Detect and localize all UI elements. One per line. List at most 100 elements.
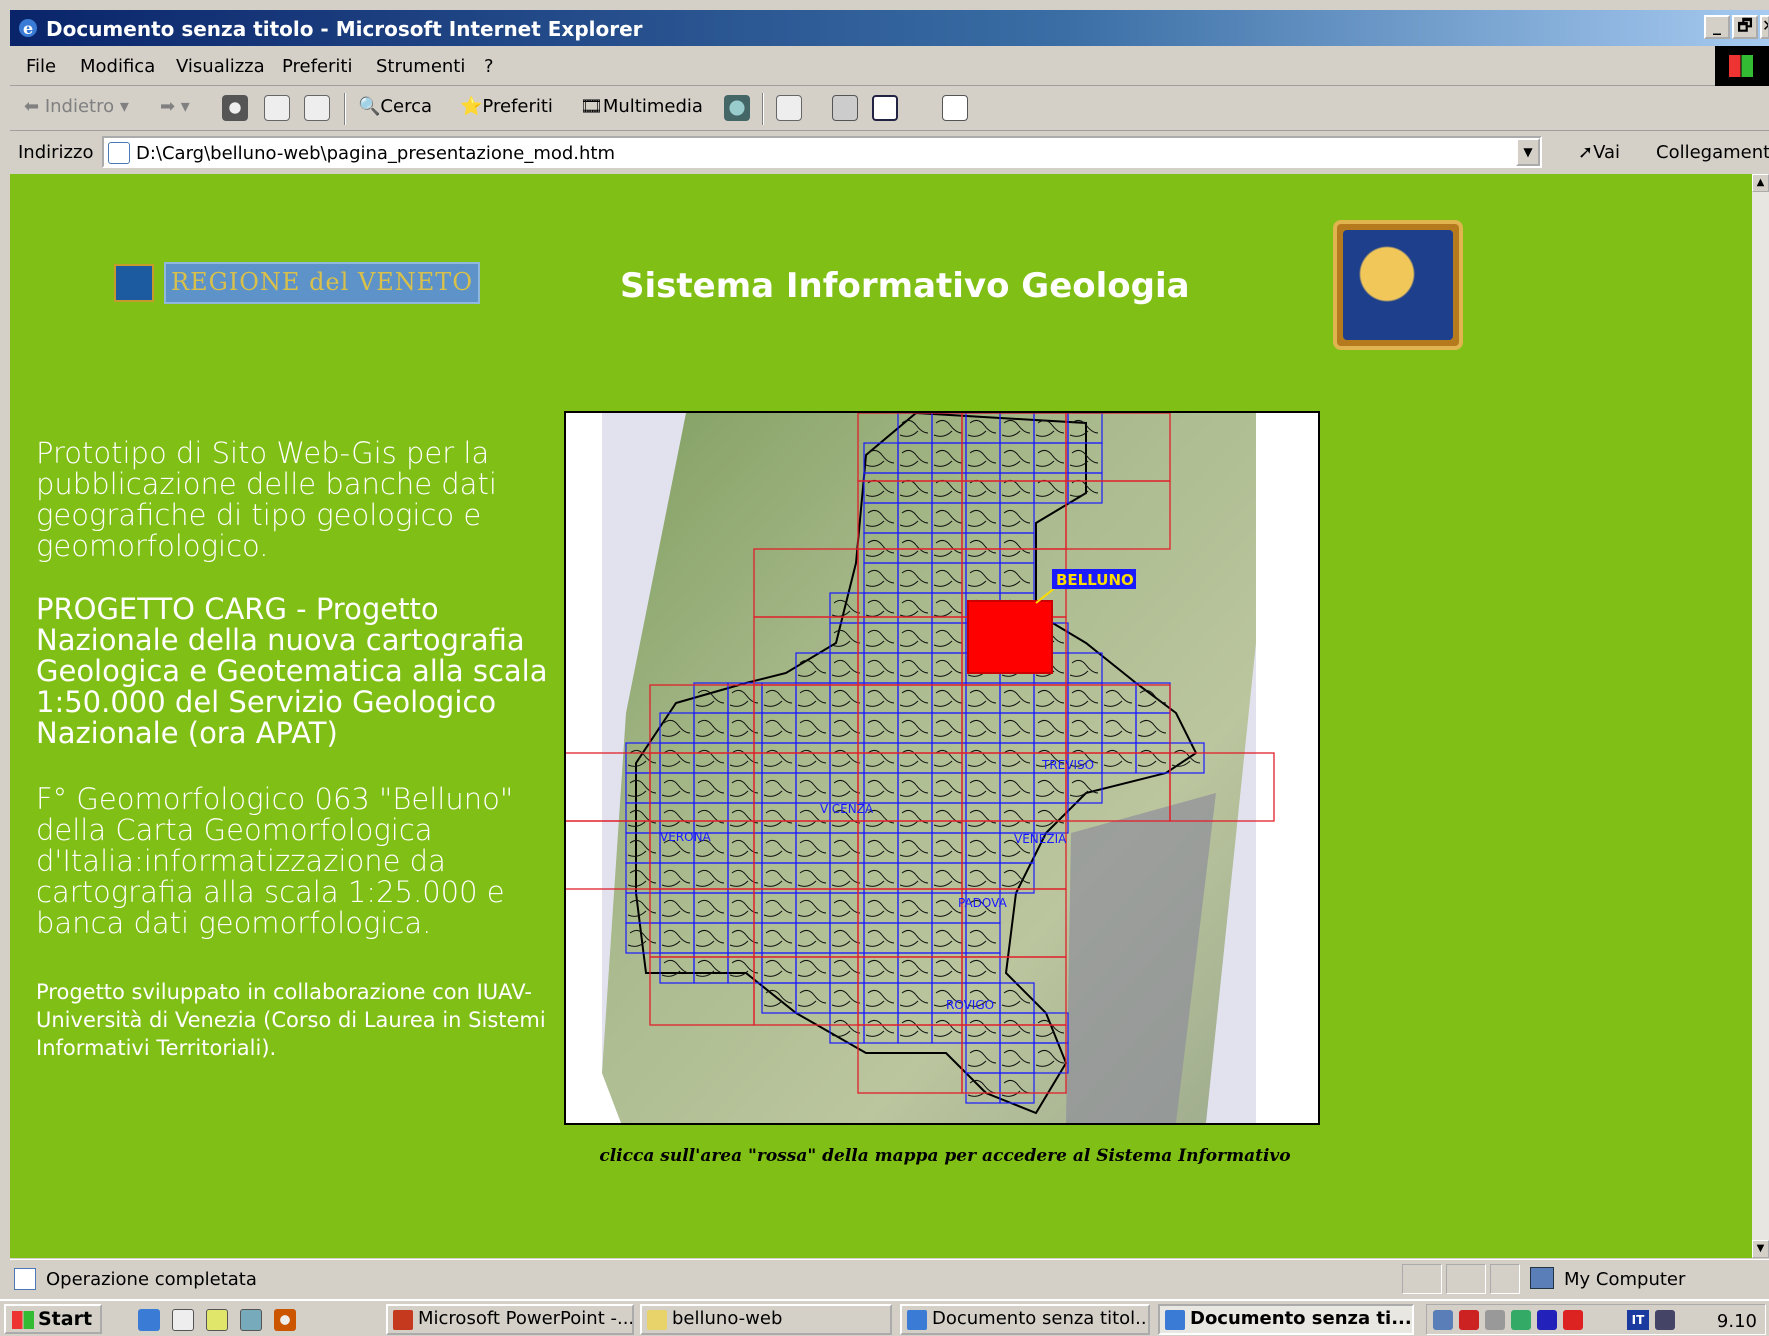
favorites-button[interactable]: ⭐Preferiti xyxy=(460,96,553,117)
regione-veneto-logo[interactable]: REGIONE del VENETO xyxy=(114,262,480,304)
tray-volume-icon[interactable] xyxy=(1485,1310,1505,1330)
windows-flag-icon xyxy=(12,1311,34,1329)
regione-banner: REGIONE del VENETO xyxy=(164,262,480,304)
map-caption: clicca sull'area "rossa" della mappa per… xyxy=(599,1146,1291,1166)
go-button[interactable]: ➚Vai xyxy=(1578,142,1620,163)
belluno-selectable-area[interactable] xyxy=(967,600,1053,674)
close-button[interactable]: ✕ xyxy=(1760,15,1769,39)
stop-icon[interactable] xyxy=(222,95,248,121)
media-icon: 🎞 xyxy=(580,96,603,117)
ie-task-icon xyxy=(1165,1310,1185,1330)
task-label: Documento senza titol... xyxy=(932,1308,1150,1329)
task-ie-active[interactable]: Documento senza ti... xyxy=(1158,1304,1414,1335)
edit-word-icon[interactable] xyxy=(872,95,898,121)
address-dropdown-button[interactable]: ▼ xyxy=(1516,138,1540,166)
scroll-up-icon[interactable]: ▲ xyxy=(1752,174,1769,192)
media-button[interactable]: 🎞Multimedia xyxy=(580,96,703,117)
task-ie-1[interactable]: Documento senza titol... xyxy=(900,1304,1150,1335)
windows-logo-icon xyxy=(1715,46,1769,86)
quicklaunch-ie-icon[interactable] xyxy=(138,1309,160,1331)
tray-display-icon[interactable] xyxy=(1537,1310,1557,1330)
map-label-venezia: VENEZIA xyxy=(1014,832,1067,846)
media-label: Multimedia xyxy=(602,96,703,117)
lion-of-st-mark-emblem-icon xyxy=(1333,220,1463,350)
taskbar: Start Microsoft PowerPoint -... belluno-… xyxy=(0,1299,1769,1336)
quicklaunch-desktop-icon[interactable] xyxy=(206,1309,228,1331)
ie-window: e Documento senza titolo - Microsoft Int… xyxy=(0,0,1769,1336)
back-label: Indietro xyxy=(44,96,115,117)
toolbar-separator xyxy=(344,93,346,125)
menu-file[interactable]: File xyxy=(26,56,56,77)
status-cell xyxy=(1490,1264,1520,1294)
page-content: REGIONE del VENETO Sistema Informativo G… xyxy=(10,174,1752,1258)
task-label: Documento senza ti... xyxy=(1190,1308,1412,1329)
refresh-icon[interactable] xyxy=(264,95,290,121)
toolbar: ⬅ Indietro ▾ ➡ ▾ 🔍Cerca ⭐Preferiti 🎞Mult… xyxy=(10,87,1769,131)
page-status-icon xyxy=(14,1268,36,1290)
links-button[interactable]: Collegamenti xyxy=(1656,142,1769,163)
address-label: Indirizzo xyxy=(18,142,94,163)
status-cell xyxy=(1402,1264,1442,1294)
map-label-verona: VERONA xyxy=(660,830,712,844)
minimize-button[interactable]: _ xyxy=(1704,15,1730,39)
map-label-treviso: TREVISO xyxy=(1041,758,1094,772)
folder-icon xyxy=(647,1310,667,1330)
veneto-map[interactable]: BELLUNO TREVISO VICENZA VERONA VENEZIA P… xyxy=(564,411,1320,1125)
menu-modifica[interactable]: Modifica xyxy=(80,56,155,77)
intro-paragraph: Prototipo di Sito Web-Gis per la pubblic… xyxy=(36,436,497,563)
menu-help[interactable]: ? xyxy=(484,56,494,77)
map-label-belluno: BELLUNO xyxy=(1056,571,1134,589)
task-belluno-web[interactable]: belluno-web xyxy=(640,1304,892,1335)
search-icon: 🔍 xyxy=(358,96,381,117)
menu-bar: File Modifica Visualizza Preferiti Strum… xyxy=(10,46,1769,86)
history-icon[interactable] xyxy=(724,95,750,121)
ie-logo-icon: e xyxy=(19,19,37,38)
menu-strumenti[interactable]: Strumenti xyxy=(376,56,465,77)
system-tray: IT 9.10 xyxy=(1426,1304,1766,1335)
task-label: Microsoft PowerPoint -... xyxy=(418,1308,634,1329)
status-text: Operazione completata xyxy=(46,1269,257,1290)
tray-connection-icon[interactable] xyxy=(1655,1310,1675,1330)
regione-shield-icon xyxy=(114,264,154,302)
search-label: Cerca xyxy=(380,96,432,117)
maximize-button[interactable]: 🗗 xyxy=(1732,15,1758,39)
tray-ati-icon[interactable] xyxy=(1563,1310,1583,1330)
foglio-paragraph: F° Geomorfologico 063 "Belluno" della Ca… xyxy=(36,782,514,940)
tray-antivirus-icon[interactable] xyxy=(1459,1310,1479,1330)
back-button[interactable]: ⬅ Indietro ▾ xyxy=(24,96,129,117)
home-icon[interactable] xyxy=(304,95,330,121)
map-label-rovigo: ROVIGO xyxy=(946,998,994,1012)
tray-app-icon[interactable] xyxy=(1511,1310,1531,1330)
print-icon[interactable] xyxy=(832,95,858,121)
scroll-down-icon[interactable]: ▼ xyxy=(1752,1240,1769,1258)
favorites-label: Preferiti xyxy=(482,96,553,117)
start-button[interactable]: Start xyxy=(4,1304,102,1334)
menu-preferiti[interactable]: Preferiti xyxy=(282,56,353,77)
forward-button[interactable]: ➡ ▾ xyxy=(160,96,190,117)
quicklaunch-media-icon[interactable] xyxy=(240,1309,262,1331)
map-label-vicenza: VICENZA xyxy=(820,802,874,816)
powerpoint-icon xyxy=(393,1310,413,1330)
menu-visualizza[interactable]: Visualizza xyxy=(176,56,265,77)
language-indicator[interactable]: IT xyxy=(1627,1310,1649,1330)
favorites-icon: ⭐ xyxy=(460,96,483,117)
clock: 9.10 xyxy=(1716,1311,1757,1332)
search-button[interactable]: 🔍Cerca xyxy=(358,96,432,117)
mail-icon[interactable] xyxy=(776,95,802,121)
page-title: Sistema Informativo Geologia xyxy=(620,266,1190,306)
map-image[interactable]: BELLUNO TREVISO VICENZA VERONA VENEZIA P… xyxy=(566,413,1318,1123)
toolbar-separator xyxy=(762,93,764,125)
address-bar: Indirizzo D:\Carg\belluno-web\pagina_pre… xyxy=(10,132,1769,172)
quicklaunch-player-icon[interactable] xyxy=(274,1309,296,1331)
vertical-scrollbar[interactable]: ▲ ▼ xyxy=(1752,174,1769,1258)
task-powerpoint[interactable]: Microsoft PowerPoint -... xyxy=(386,1304,634,1335)
address-url[interactable]: D:\Carg\belluno-web\pagina_presentazione… xyxy=(136,143,615,164)
map-label-padova: PADOVA xyxy=(958,896,1008,910)
address-input[interactable]: D:\Carg\belluno-web\pagina_presentazione… xyxy=(102,136,1542,168)
status-bar: Operazione completata My Computer xyxy=(10,1259,1769,1297)
quicklaunch-outlook-icon[interactable] xyxy=(172,1309,194,1331)
discuss-icon[interactable] xyxy=(942,95,968,121)
start-label: Start xyxy=(38,1308,93,1330)
tray-network-icon[interactable] xyxy=(1433,1310,1453,1330)
go-arrow-icon: ➚ xyxy=(1578,142,1594,163)
